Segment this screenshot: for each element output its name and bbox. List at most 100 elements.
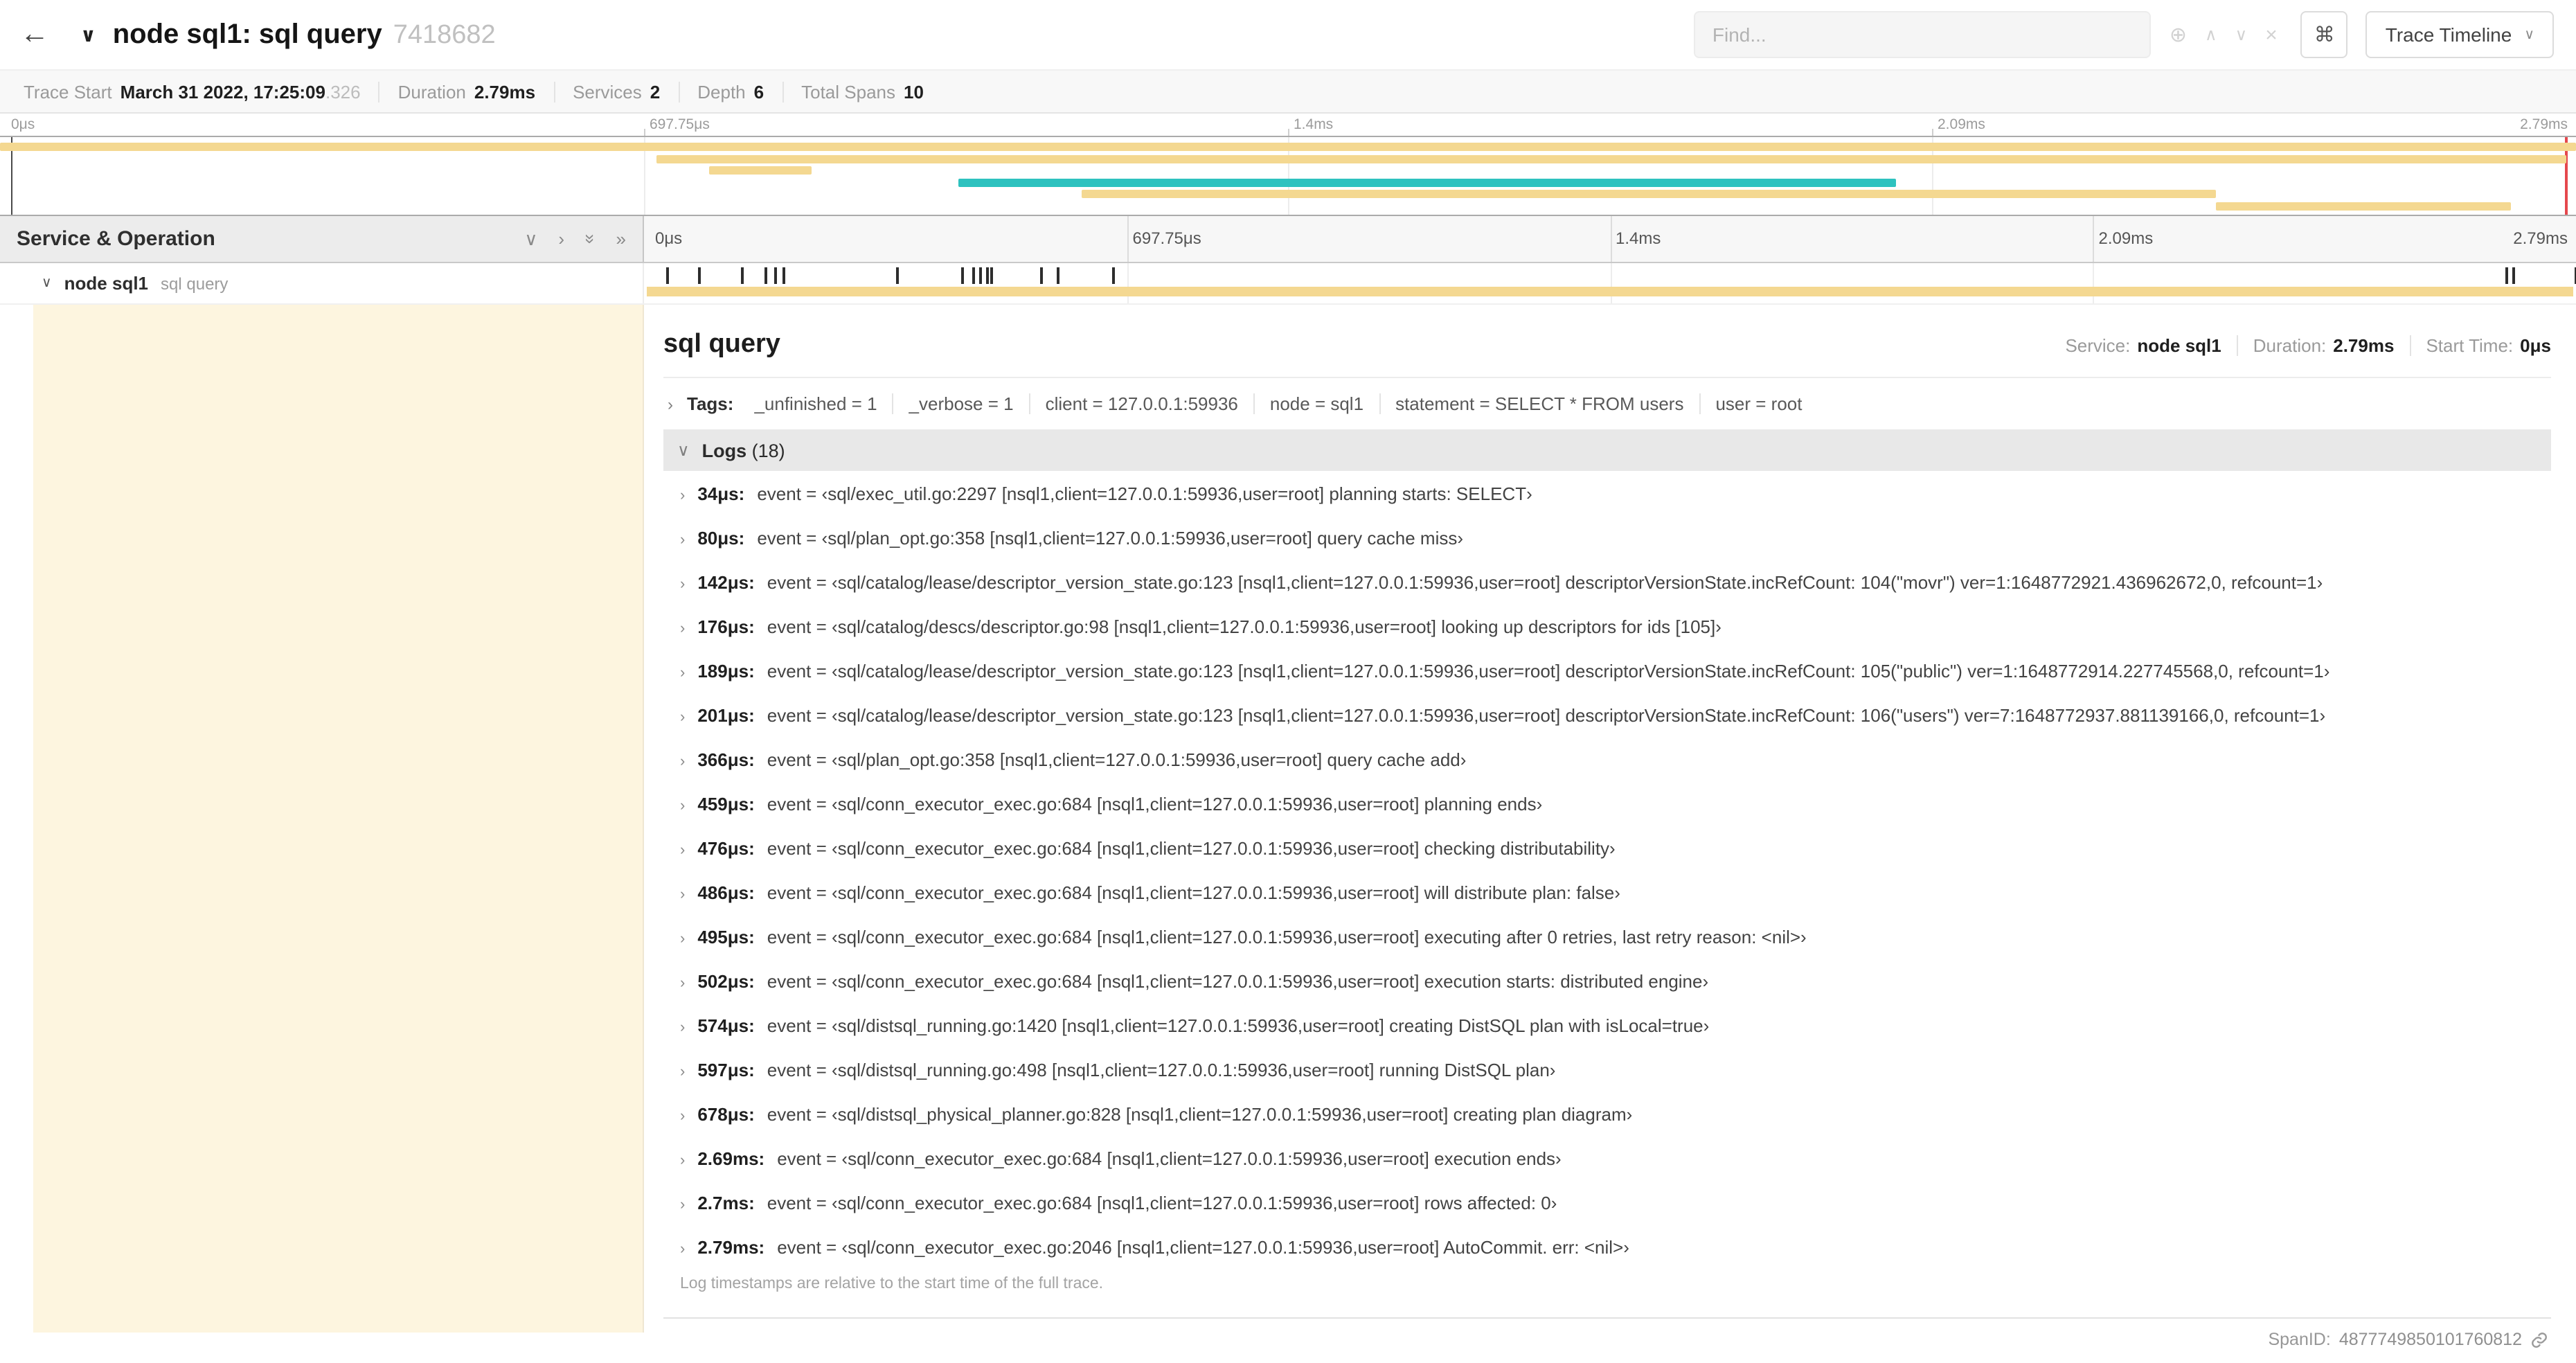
log-message: event = ‹sql/conn_executor_exec.go:684 [… xyxy=(767,882,1620,902)
header-actions: ⊕ ∧ ∨ × ⌘ Trace Timeline ∨ xyxy=(1694,11,2554,58)
collapse-header-chevron-icon[interactable]: ∨ xyxy=(80,23,96,46)
log-entry-row[interactable]: › 34μs: event = ‹sql/exec_util.go:2297 [… xyxy=(663,471,2551,515)
back-arrow-button[interactable]: ← xyxy=(14,18,55,51)
axis-tick-label: 2.79ms xyxy=(2520,116,2568,133)
chevron-right-icon: › xyxy=(680,664,686,681)
log-marker-tick xyxy=(972,267,975,284)
span-row-track[interactable] xyxy=(644,263,2576,303)
summary-label: Depth xyxy=(697,81,746,102)
find-input[interactable] xyxy=(1694,11,2152,58)
minimap-span-bar xyxy=(2215,202,2512,211)
span-id-footer: SpanID: 4877749850101760812 xyxy=(663,1317,2551,1363)
span-detail-title: sql query xyxy=(663,330,780,359)
trace-timeline-page: ← ∨ node sql1: sql query 7418682 ⊕ ∧ ∨ ×… xyxy=(0,0,2576,1363)
log-timestamp: 366μs: xyxy=(697,749,755,769)
chevron-right-icon: › xyxy=(680,930,686,947)
logs-section-header[interactable]: ∨ Logs (18) xyxy=(663,429,2551,471)
minimap-span-bar xyxy=(708,166,812,175)
log-message: event = ‹sql/distsql_running.go:498 [nsq… xyxy=(767,1059,1556,1080)
log-timestamp: 2.7ms: xyxy=(697,1192,755,1213)
log-timestamp: 476μs: xyxy=(697,837,755,858)
chevron-right-icon: › xyxy=(680,576,686,592)
span-service-name: node sql1 xyxy=(64,273,149,294)
chevron-right-icon: › xyxy=(680,1107,686,1124)
span-detail-panel: sql query Service: node sql1 Duration: 2… xyxy=(644,305,2576,1363)
span-duration-bar[interactable] xyxy=(647,287,2573,296)
log-message: event = ‹sql/plan_opt.go:358 [nsql1,clie… xyxy=(767,749,1467,769)
chevron-down-icon[interactable]: ∨ xyxy=(42,276,52,291)
span-id-label: SpanID: xyxy=(2268,1330,2331,1349)
axis-tick xyxy=(1610,216,1611,262)
log-entry-row[interactable]: › 201μs: event = ‹sql/catalog/lease/desc… xyxy=(663,693,2551,737)
span-row-name-cell[interactable]: ∨ node sql1 sql query xyxy=(0,263,644,303)
log-entries: › 34μs: event = ‹sql/exec_util.go:2297 [… xyxy=(663,471,2551,1269)
log-entry-row[interactable]: › 476μs: event = ‹sql/conn_executor_exec… xyxy=(663,826,2551,870)
trace-view-selector-button[interactable]: Trace Timeline ∨ xyxy=(2365,11,2554,58)
log-message: event = ‹sql/conn_executor_exec.go:684 [… xyxy=(767,793,1543,814)
log-entry-row[interactable]: › 80μs: event = ‹sql/plan_opt.go:358 [ns… xyxy=(663,515,2551,560)
tag-item: user = root xyxy=(1699,393,1817,414)
tag-item: _verbose = 1 xyxy=(892,393,1029,414)
log-entry-row[interactable]: › 597μs: event = ‹sql/distsql_running.go… xyxy=(663,1047,2551,1092)
tags-row[interactable]: › Tags: _unfinished = 1 _verbose = 1 cli… xyxy=(663,378,2551,429)
log-marker-tick xyxy=(990,267,993,284)
log-timestamp: 176μs: xyxy=(697,616,755,636)
log-message: event = ‹sql/distsql_running.go:1420 [ns… xyxy=(767,1015,1710,1035)
prev-result-icon[interactable]: ∧ xyxy=(2205,26,2217,43)
log-timestamp: 459μs: xyxy=(697,793,755,814)
chevron-right-icon: › xyxy=(680,841,686,858)
axis-tick-label: 0μs xyxy=(655,229,683,248)
minimap-canvas[interactable] xyxy=(0,136,2576,216)
tag-item: node = sql1 xyxy=(1253,393,1379,414)
chevron-right-icon: › xyxy=(680,531,686,548)
axis-tick xyxy=(1288,129,1289,136)
log-timestamp: 189μs: xyxy=(697,660,755,681)
collapse-all-icon[interactable]: » xyxy=(580,234,600,244)
log-timestamp: 2.79ms: xyxy=(697,1236,765,1257)
tag-item: _unfinished = 1 xyxy=(754,393,877,414)
chevron-right-icon: › xyxy=(680,1063,686,1080)
span-detail-section: sql query Service: node sql1 Duration: 2… xyxy=(0,305,2576,1363)
clear-search-icon[interactable]: × xyxy=(2265,24,2278,45)
collapse-one-icon[interactable]: ∨ xyxy=(524,230,537,248)
next-result-icon[interactable]: ∨ xyxy=(2235,26,2248,43)
log-marker-tick xyxy=(1056,267,1059,284)
keyboard-shortcuts-button[interactable]: ⌘ xyxy=(2300,11,2348,58)
log-timestamp: 574μs: xyxy=(697,1015,755,1035)
log-entry-row[interactable]: › 2.7ms: event = ‹sql/conn_executor_exec… xyxy=(663,1180,2551,1224)
axis-tick xyxy=(644,129,645,136)
span-highlight-column[interactable] xyxy=(33,305,644,1333)
span-detail-meta: Service: node sql1 Duration: 2.79ms Star… xyxy=(2050,335,2551,356)
expand-one-icon[interactable]: › xyxy=(558,230,564,248)
deep-link-icon[interactable] xyxy=(2530,1330,2548,1348)
log-marker-tick xyxy=(1112,267,1115,284)
log-entry-row[interactable]: › 459μs: event = ‹sql/conn_executor_exec… xyxy=(663,781,2551,826)
log-entry-row[interactable]: › 366μs: event = ‹sql/plan_opt.go:358 [n… xyxy=(663,737,2551,781)
log-entry-row[interactable]: › 189μs: event = ‹sql/catalog/lease/desc… xyxy=(663,648,2551,693)
log-message: event = ‹sql/catalog/lease/descriptor_ve… xyxy=(767,571,2323,592)
log-entry-row[interactable]: › 678μs: event = ‹sql/distsql_physical_p… xyxy=(663,1092,2551,1136)
log-message: event = ‹sql/catalog/descs/descriptor.go… xyxy=(767,616,1721,636)
log-message: event = ‹sql/conn_executor_exec.go:684 [… xyxy=(767,926,1807,947)
chevron-right-icon: › xyxy=(680,1196,686,1213)
log-message: event = ‹sql/catalog/lease/descriptor_ve… xyxy=(767,660,2330,681)
log-entry-row[interactable]: › 502μs: event = ‹sql/conn_executor_exec… xyxy=(663,959,2551,1003)
chevron-right-icon: › xyxy=(680,886,686,902)
log-entry-row[interactable]: › 495μs: event = ‹sql/conn_executor_exec… xyxy=(663,914,2551,959)
log-entry-row[interactable]: › 2.79ms: event = ‹sql/conn_executor_exe… xyxy=(663,1224,2551,1269)
log-entry-row[interactable]: › 486μs: event = ‹sql/conn_executor_exec… xyxy=(663,870,2551,914)
log-entry-row[interactable]: › 142μs: event = ‹sql/catalog/lease/desc… xyxy=(663,560,2551,604)
minimap-span-bar xyxy=(656,154,2566,163)
focus-result-icon[interactable]: ⊕ xyxy=(2170,24,2187,45)
log-entry-row[interactable]: › 2.69ms: event = ‹sql/conn_executor_exe… xyxy=(663,1136,2551,1180)
log-entry-row[interactable]: › 574μs: event = ‹sql/distsql_running.go… xyxy=(663,1003,2551,1047)
minimap-time-axis: 0μs 697.75μs 1.4ms 2.09ms 2.79ms xyxy=(0,114,2576,136)
log-timestamp: 486μs: xyxy=(697,882,755,902)
service-operation-header: Service & Operation ∨ › » » xyxy=(0,216,644,262)
service-operation-title: Service & Operation xyxy=(17,227,215,251)
expand-all-icon[interactable]: » xyxy=(616,230,626,248)
minimap-span-bar xyxy=(958,178,1896,187)
axis-tick-label: 2.09ms xyxy=(2098,229,2154,248)
log-entry-row[interactable]: › 176μs: event = ‹sql/catalog/descs/desc… xyxy=(663,604,2551,648)
log-marker-tick xyxy=(2512,267,2515,284)
